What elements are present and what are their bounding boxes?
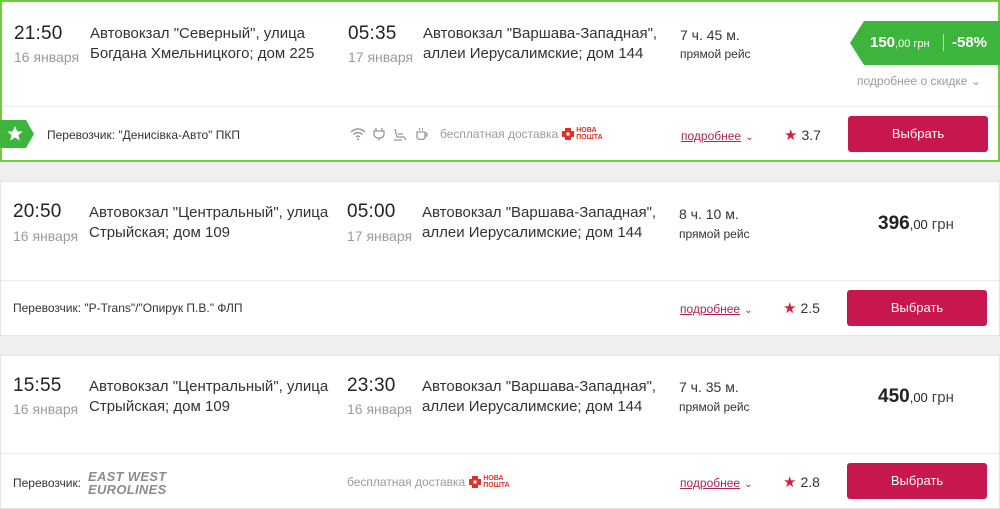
divider — [2, 106, 998, 107]
star-icon: ★ — [783, 300, 797, 317]
chevron-down-icon: ⌄ — [744, 479, 753, 490]
route-type: прямой рейс — [679, 400, 750, 414]
chevron-down-icon: ⌄ — [970, 74, 981, 88]
arrival-date: 17 января — [347, 228, 413, 244]
amenities — [350, 127, 430, 141]
departure-station-line2: Богдана Хмельницкого; дом 225 — [90, 45, 315, 62]
star-icon: ★ — [783, 474, 797, 491]
select-button[interactable]: Выбрать — [848, 116, 988, 152]
departure-station-line1: Автовокзал "Центральный", улица — [89, 204, 329, 221]
arrival-date: 17 января — [348, 49, 414, 65]
departure-station-line2: Стрыйская; дом 109 — [89, 398, 230, 415]
carrier-name: Перевозчик: "Денисівка-Авто" ПКП — [47, 128, 241, 142]
east-west-eurolines-logo: EAST WEST EUROLINES — [88, 469, 167, 497]
carrier-rating: ★ 2.5 — [783, 300, 820, 317]
free-delivery: бесплатная доставка НОВА ПОШТА — [440, 127, 603, 141]
ticket-price: 450,00 грн — [878, 386, 954, 407]
divider — [1, 280, 999, 281]
arrival-station-line2: аллеи Иерусалимские; дом 144 — [422, 224, 643, 241]
departure-time: 15:55 — [13, 375, 62, 396]
select-button[interactable]: Выбрать — [847, 290, 987, 326]
discount-price-tag: 150,00 грн -58% — [850, 21, 1000, 65]
carrier-rating: ★ 2.8 — [783, 474, 820, 491]
seat-icon — [394, 128, 407, 141]
departure-date: 16 января — [13, 401, 79, 417]
departure-date: 16 января — [13, 228, 79, 244]
arrival-station-line2: аллеи Иерусалимские; дом 144 — [423, 45, 644, 62]
details-link[interactable]: подробнее ⌄ — [680, 302, 753, 316]
departure-station-line2: Стрыйская; дом 109 — [89, 224, 230, 241]
departure-date: 16 января — [14, 49, 80, 65]
departure-station-line1: Автовокзал "Северный", улица — [90, 25, 306, 42]
departure-station: Автовокзал "Центральный", улица Стрыйска… — [89, 377, 339, 417]
arrival-time: 05:00 — [347, 201, 396, 222]
wifi-icon — [350, 128, 366, 141]
arrival-station-line1: Автовокзал "Варшава-Западная", — [422, 204, 657, 221]
departure-station-line1: Автовокзал "Центральный", улица — [89, 378, 329, 395]
arrival-station: Автовокзал "Варшава-Западная", аллеи Иер… — [422, 203, 672, 243]
arrival-station-line1: Автовокзал "Варшава-Западная", — [423, 25, 658, 42]
arrival-time: 23:30 — [347, 375, 396, 396]
carrier-label: Перевозчик: — [13, 476, 82, 490]
trip-card-2: 20:50 16 января Автовокзал "Центральный"… — [0, 181, 1000, 336]
discount-details-link[interactable]: подробнее о скидке ⌄ — [857, 74, 981, 88]
departure-time: 21:50 — [14, 23, 63, 44]
chevron-down-icon: ⌄ — [745, 132, 754, 143]
carrier-rating: ★ 3.7 — [784, 127, 821, 144]
trip-duration: 7 ч. 35 м. — [679, 379, 739, 395]
arrival-station: Автовокзал "Варшава-Западная", аллеи Иер… — [423, 24, 673, 64]
carrier-name: Перевозчик: "P-Trans"/"Опирук П.В." ФЛП — [13, 301, 243, 315]
chevron-down-icon: ⌄ — [744, 305, 753, 316]
details-link[interactable]: подробнее ⌄ — [681, 129, 754, 143]
select-button[interactable]: Выбрать — [847, 463, 987, 499]
nova-poshta-logo: НОВА ПОШТА — [562, 127, 603, 141]
arrival-station-line2: аллеи Иерусалимские; дом 144 — [422, 398, 643, 415]
arrival-time: 05:35 — [348, 23, 397, 44]
route-type: прямой рейс — [679, 227, 750, 241]
arrival-station-line1: Автовокзал "Варшава-Западная", — [422, 378, 657, 395]
divider — [1, 453, 999, 454]
ticket-price: 396,00 грн — [878, 213, 954, 234]
departure-station: Автовокзал "Центральный", улица Стрыйска… — [89, 203, 339, 243]
trip-duration: 7 ч. 45 м. — [680, 27, 740, 43]
details-link[interactable]: подробнее ⌄ — [680, 476, 753, 490]
arrival-date: 16 января — [347, 401, 413, 417]
star-icon — [0, 120, 34, 148]
discount-percent: -58% — [943, 34, 987, 51]
coffee-icon — [416, 128, 428, 141]
trip-card-1: 21:50 16 января Автовокзал "Северный", у… — [0, 0, 1000, 162]
socket-icon — [373, 128, 385, 141]
departure-station: Автовокзал "Северный", улица Богдана Хме… — [90, 24, 340, 64]
discounted-price: 150,00 грн — [870, 34, 930, 51]
route-type: прямой рейс — [680, 47, 751, 61]
free-delivery: бесплатная доставка НОВА ПОШТА — [347, 475, 510, 489]
departure-time: 20:50 — [13, 201, 62, 222]
nova-poshta-logo: НОВА ПОШТА — [469, 475, 510, 489]
trip-duration: 8 ч. 10 м. — [679, 206, 739, 222]
arrival-station: Автовокзал "Варшава-Западная", аллеи Иер… — [422, 377, 672, 417]
star-icon: ★ — [784, 127, 798, 144]
trip-card-3: 15:55 16 января Автовокзал "Центральный"… — [0, 355, 1000, 509]
